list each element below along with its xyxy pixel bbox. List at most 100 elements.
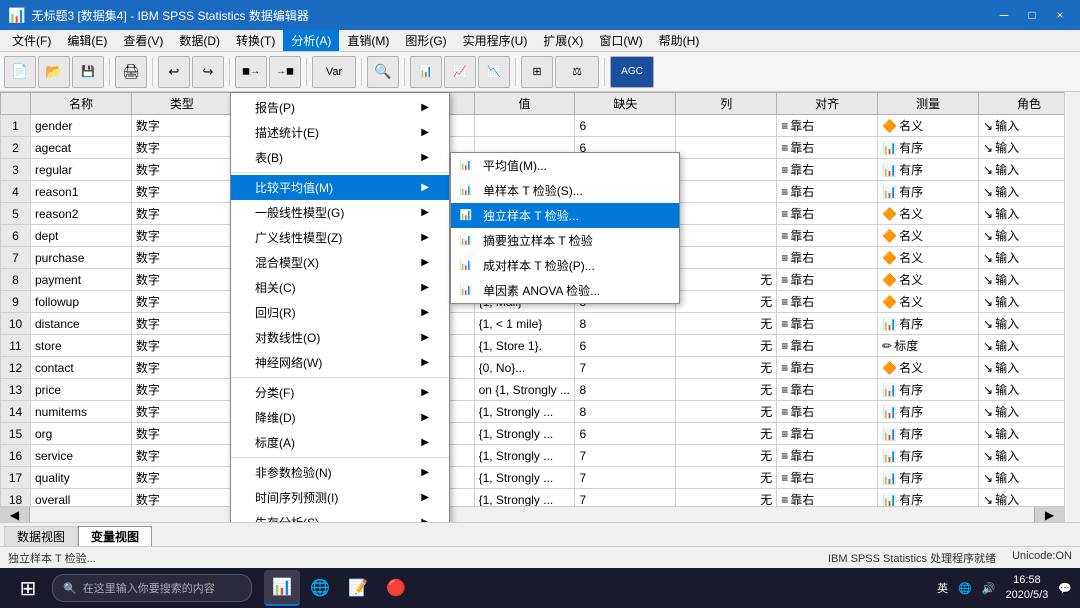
table-row[interactable]: 13price数字4on {1, Strongly ...8无≡靠右📊有序↘输入 [1, 379, 1080, 401]
goto-case-button[interactable]: →◼ [269, 56, 301, 88]
cell-name[interactable]: numitems [31, 401, 132, 423]
cell-values[interactable]: {1, Strongly ... [474, 467, 575, 489]
taskbar-app-word[interactable]: 📝 [340, 570, 376, 606]
cell-values[interactable]: on {1, Strongly ... [474, 379, 575, 401]
menu-compare-means[interactable]: 比较平均值(M)▶ [231, 175, 449, 200]
table-row[interactable]: 17quality数字4{1, Strongly ...7无≡靠右📊有序↘输入 [1, 467, 1080, 489]
new-file-button[interactable]: 📄 [4, 56, 36, 88]
chart1-button[interactable]: 📊 [410, 56, 442, 88]
submenu-paired-t[interactable]: 📊 成对样本 T 检验(P)... [451, 253, 679, 278]
find-button[interactable]: 🔍 [367, 56, 399, 88]
taskbar-app-pdf[interactable]: 🔴 [378, 570, 414, 606]
menu-analyze[interactable]: 分析(A) [283, 30, 339, 51]
cell-name[interactable]: reason1 [31, 181, 132, 203]
menu-regression[interactable]: 回归(R)▶ [231, 300, 449, 325]
vertical-scrollbar[interactable] [1064, 92, 1080, 522]
menu-survival[interactable]: 生存分析(S)▶ [231, 510, 449, 522]
open-button[interactable]: 📂 [38, 56, 70, 88]
cell-name[interactable]: purchase [31, 247, 132, 269]
menu-file[interactable]: 文件(F) [4, 30, 59, 51]
cell-name[interactable]: store [31, 335, 132, 357]
spss-button[interactable]: AGC [610, 56, 654, 88]
menu-correlate[interactable]: 相关(C)▶ [231, 275, 449, 300]
goto-var-button[interactable]: ◼→ [235, 56, 267, 88]
submenu-oneway-anova[interactable]: 📊 单因素 ANOVA 检验... [451, 278, 679, 303]
start-button[interactable]: ⊞ [8, 572, 48, 604]
table-row[interactable]: 12contact数字4{0, No}...7无≡靠右🔶名义↘输入 [1, 357, 1080, 379]
taskbar-notification[interactable]: 💬 [1058, 582, 1072, 595]
cell-values[interactable]: {1, Store 1}. [474, 335, 575, 357]
cell-values[interactable]: {1, Strongly ... [474, 445, 575, 467]
cell-name[interactable]: org [31, 423, 132, 445]
menu-window[interactable]: 窗口(W) [591, 30, 650, 51]
cell-name[interactable]: gender [31, 115, 132, 137]
menu-descriptive[interactable]: 描述统计(E)▶ [231, 120, 449, 145]
submenu-independent-t[interactable]: 📊 独立样本 T 检验... [451, 203, 679, 228]
taskbar-app-edge[interactable]: 🌐 [302, 570, 338, 606]
undo-button[interactable]: ↩ [158, 56, 190, 88]
redo-button[interactable]: ↪ [192, 56, 224, 88]
cell-name[interactable]: payment [31, 269, 132, 291]
menu-directmarketing[interactable]: 直销(M) [339, 30, 397, 51]
print-button[interactable]: 🖨 [115, 56, 147, 88]
tab-data-view[interactable]: 数据视图 [4, 526, 78, 546]
split-button[interactable]: ⊞ [521, 56, 553, 88]
menu-scale[interactable]: 标度(A)▶ [231, 430, 449, 455]
table-row[interactable]: 15org数字4{1, Strongly ...6无≡靠右📊有序↘输入 [1, 423, 1080, 445]
table-row[interactable]: 14numitems数字4{1, Strongly ...8无≡靠右📊有序↘输入 [1, 401, 1080, 423]
submenu-summary-t[interactable]: 📊 摘要独立样本 T 检验 [451, 228, 679, 253]
tab-variable-view[interactable]: 变量视图 [78, 526, 152, 546]
horizontal-scrollbar[interactable]: ◀ ▶ [0, 506, 1064, 522]
cell-name[interactable]: distance [31, 313, 132, 335]
save-button[interactable]: 💾 [72, 56, 104, 88]
menu-glm[interactable]: 一般线性模型(G)▶ [231, 200, 449, 225]
menu-nonparam[interactable]: 非参数检验(N)▶ [231, 460, 449, 485]
menu-data[interactable]: 数据(D) [171, 30, 228, 51]
cell-name[interactable]: price [31, 379, 132, 401]
submenu-means[interactable]: 📊 平均值(M)... [451, 153, 679, 178]
menu-reports[interactable]: 报告(P)▶ [231, 95, 449, 120]
cell-values[interactable]: {1, Strongly ... [474, 423, 575, 445]
cell-name[interactable]: contact [31, 357, 132, 379]
var-button[interactable]: Var [312, 56, 356, 88]
menu-neural[interactable]: 神经网络(W)▶ [231, 350, 449, 375]
cell-name[interactable]: agecat [31, 137, 132, 159]
menu-extensions[interactable]: 扩展(X) [535, 30, 591, 51]
menu-graphs[interactable]: 图形(G) [397, 30, 454, 51]
menu-transform[interactable]: 转换(T) [228, 30, 283, 51]
cell-name[interactable]: quality [31, 467, 132, 489]
menu-utilities[interactable]: 实用程序(U) [455, 30, 536, 51]
table-row[interactable]: 11store数字4{1, Store 1}.6无≡靠右✏标度↘输入 [1, 335, 1080, 357]
chart2-button[interactable]: 📈 [444, 56, 476, 88]
cell-name[interactable]: followup [31, 291, 132, 313]
table-row[interactable]: 1gender数字46≡靠右🔶名义↘输入 [1, 115, 1080, 137]
cell-values[interactable]: {0, No}... [474, 357, 575, 379]
menu-help[interactable]: 帮助(H) [651, 30, 708, 51]
maximize-button[interactable]: □ [1020, 5, 1044, 25]
cell-values[interactable]: {1, < 1 mile} [474, 313, 575, 335]
menu-view[interactable]: 查看(V) [115, 30, 171, 51]
table-row[interactable]: 10distance数字4{1, < 1 mile}8无≡靠右📊有序↘输入 [1, 313, 1080, 335]
menu-timeseries[interactable]: 时间序列预测(I)▶ [231, 485, 449, 510]
menu-classify[interactable]: 分类(F)▶ [231, 380, 449, 405]
cell-name[interactable]: service [31, 445, 132, 467]
menu-loglinear[interactable]: 对数线性(O)▶ [231, 325, 449, 350]
submenu-onesample-t[interactable]: 📊 单样本 T 检验(S)... [451, 178, 679, 203]
close-button[interactable]: × [1048, 5, 1072, 25]
taskbar-search[interactable]: 🔍 在这里输入你要搜索的内容 [52, 574, 252, 602]
minimize-button[interactable]: ─ [992, 5, 1016, 25]
cell-values[interactable]: {1, Strongly ... [474, 401, 575, 423]
menu-dimreduce[interactable]: 降维(D)▶ [231, 405, 449, 430]
table-row[interactable]: 16service数字4{1, Strongly ...7无≡靠右📊有序↘输入 [1, 445, 1080, 467]
cell-name[interactable]: regular [31, 159, 132, 181]
menu-gzlm[interactable]: 广义线性模型(Z)▶ [231, 225, 449, 250]
taskbar-app-spss[interactable]: 📊 [264, 570, 300, 606]
menu-edit[interactable]: 编辑(E) [59, 30, 115, 51]
chart3-button[interactable]: 📉 [478, 56, 510, 88]
weight-button[interactable]: ⚖ [555, 56, 599, 88]
cell-name[interactable]: reason2 [31, 203, 132, 225]
cell-values[interactable] [474, 115, 575, 137]
menu-tables[interactable]: 表(B)▶ [231, 145, 449, 170]
menu-mixed[interactable]: 混合模型(X)▶ [231, 250, 449, 275]
cell-name[interactable]: dept [31, 225, 132, 247]
